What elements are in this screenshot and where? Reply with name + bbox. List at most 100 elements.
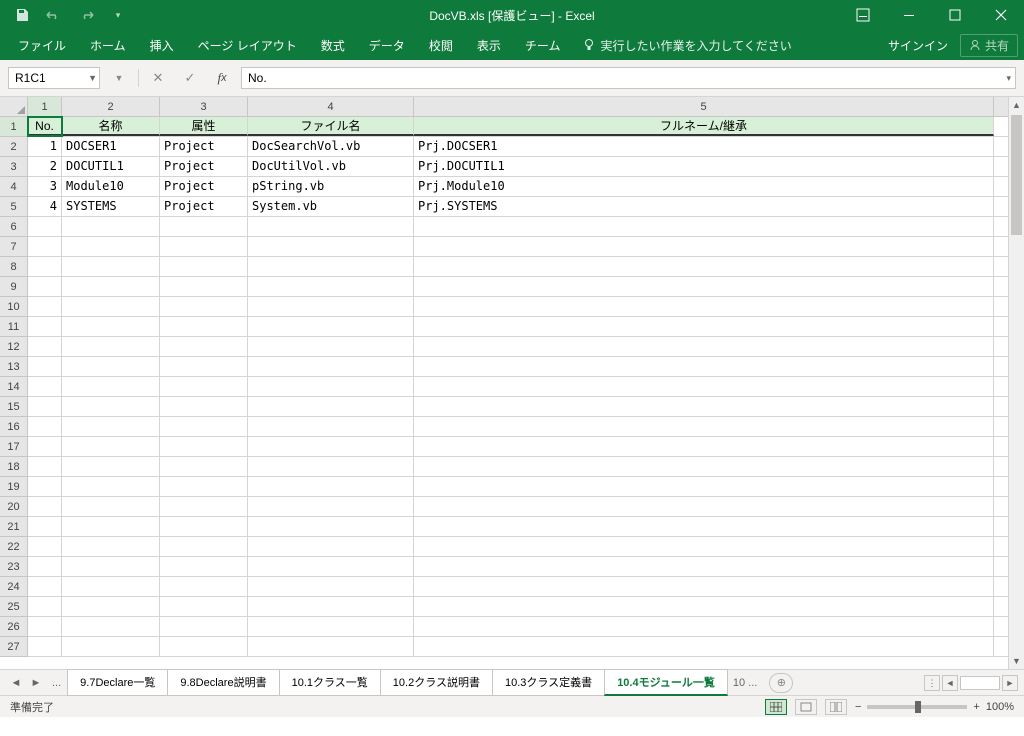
row-header[interactable]: 5 — [0, 197, 27, 217]
table-header-cell[interactable]: ファイル名 — [248, 117, 414, 136]
cell[interactable] — [28, 537, 62, 556]
cell[interactable] — [62, 277, 160, 296]
row-header[interactable]: 10 — [0, 297, 27, 317]
cell[interactable] — [28, 217, 62, 236]
cell[interactable] — [414, 597, 994, 616]
cell[interactable] — [62, 297, 160, 316]
cell[interactable] — [28, 377, 62, 396]
cell[interactable] — [62, 377, 160, 396]
sheet-tab[interactable]: 9.7Declare一覧 — [67, 669, 168, 696]
view-pagelayout-button[interactable] — [795, 699, 817, 715]
tab-view[interactable]: 表示 — [465, 30, 513, 60]
cell[interactable] — [248, 457, 414, 476]
cell[interactable] — [62, 557, 160, 576]
row-header[interactable]: 1 — [0, 117, 27, 137]
row-header[interactable]: 24 — [0, 577, 27, 597]
cell[interactable] — [28, 617, 62, 636]
cell[interactable]: Project — [160, 177, 248, 196]
tab-nav-next[interactable]: ► — [26, 677, 46, 689]
cell[interactable]: DOCSER1 — [62, 137, 160, 156]
cell[interactable] — [248, 557, 414, 576]
column-header[interactable]: 1 — [28, 97, 62, 116]
cell[interactable] — [28, 557, 62, 576]
cell[interactable] — [62, 477, 160, 496]
cell[interactable]: DocSearchVol.vb — [248, 137, 414, 156]
cell[interactable]: DOCUTIL1 — [62, 157, 160, 176]
cell[interactable] — [160, 517, 248, 536]
cell[interactable] — [62, 517, 160, 536]
cell[interactable]: Project — [160, 197, 248, 216]
tab-team[interactable]: チーム — [513, 30, 573, 60]
formula-input[interactable]: No. ▾ — [241, 67, 1016, 89]
row-header[interactable]: 18 — [0, 457, 27, 477]
cell[interactable] — [28, 457, 62, 476]
cell[interactable] — [160, 497, 248, 516]
cell[interactable] — [28, 297, 62, 316]
cell[interactable] — [62, 597, 160, 616]
scrollbar-thumb[interactable] — [1011, 115, 1022, 235]
cell[interactable] — [160, 277, 248, 296]
cell[interactable] — [248, 597, 414, 616]
cell[interactable] — [414, 437, 994, 456]
cell[interactable] — [160, 357, 248, 376]
sheet-tab[interactable]: 10.2クラス説明書 — [380, 669, 493, 696]
hscroll-track[interactable] — [960, 676, 1000, 690]
scroll-up-icon[interactable]: ▲ — [1009, 97, 1024, 113]
cell[interactable] — [248, 217, 414, 236]
cell[interactable] — [28, 257, 62, 276]
table-header-cell[interactable]: 名称 — [62, 117, 160, 136]
cancel-formula-button[interactable]: ✕ — [145, 67, 171, 89]
cell[interactable] — [248, 397, 414, 416]
cell[interactable] — [62, 437, 160, 456]
cell[interactable]: pString.vb — [248, 177, 414, 196]
cell[interactable] — [62, 417, 160, 436]
close-button[interactable] — [978, 0, 1024, 30]
cell[interactable] — [160, 537, 248, 556]
cell[interactable] — [62, 397, 160, 416]
cell[interactable] — [414, 417, 994, 436]
cell[interactable]: 2 — [28, 157, 62, 176]
column-header[interactable]: 5 — [414, 97, 994, 116]
sheet-tab[interactable]: 10.1クラス一覧 — [279, 669, 381, 696]
row-header[interactable]: 12 — [0, 337, 27, 357]
cell[interactable] — [62, 317, 160, 336]
row-header[interactable]: 2 — [0, 137, 27, 157]
select-all-button[interactable] — [0, 97, 28, 117]
column-header[interactable]: 3 — [160, 97, 248, 116]
cell[interactable] — [62, 357, 160, 376]
tab-data[interactable]: データ — [357, 30, 417, 60]
cell[interactable] — [62, 217, 160, 236]
row-header[interactable]: 22 — [0, 537, 27, 557]
cell[interactable] — [414, 517, 994, 536]
cell[interactable] — [28, 417, 62, 436]
row-header[interactable]: 4 — [0, 177, 27, 197]
cell[interactable] — [160, 477, 248, 496]
cell[interactable] — [414, 337, 994, 356]
hscroll-left[interactable]: ◄ — [942, 675, 958, 691]
zoom-out-button[interactable]: − — [855, 701, 861, 713]
cell[interactable] — [414, 297, 994, 316]
cell[interactable] — [160, 617, 248, 636]
ribbon-options-button[interactable] — [840, 0, 886, 30]
cell[interactable] — [248, 437, 414, 456]
row-header[interactable]: 26 — [0, 617, 27, 637]
save-button[interactable] — [10, 3, 34, 27]
cell[interactable] — [28, 597, 62, 616]
cell[interactable] — [160, 237, 248, 256]
sheet-tab[interactable]: 10.4モジュール一覧 — [604, 669, 728, 696]
cell[interactable] — [248, 257, 414, 276]
cells[interactable]: No.名称属性ファイル名フルネーム/継承1DOCSER1ProjectDocSe… — [28, 117, 1008, 669]
cell[interactable]: System.vb — [248, 197, 414, 216]
cell[interactable] — [414, 577, 994, 596]
row-header[interactable]: 14 — [0, 377, 27, 397]
cell[interactable] — [248, 317, 414, 336]
cell[interactable] — [414, 477, 994, 496]
cell[interactable] — [28, 637, 62, 656]
zoom-level[interactable]: 100% — [986, 701, 1014, 713]
cell[interactable] — [160, 557, 248, 576]
cell[interactable]: DocUtilVol.vb — [248, 157, 414, 176]
row-header[interactable]: 9 — [0, 277, 27, 297]
column-header[interactable]: 4 — [248, 97, 414, 116]
cell[interactable] — [62, 337, 160, 356]
cell[interactable] — [248, 337, 414, 356]
